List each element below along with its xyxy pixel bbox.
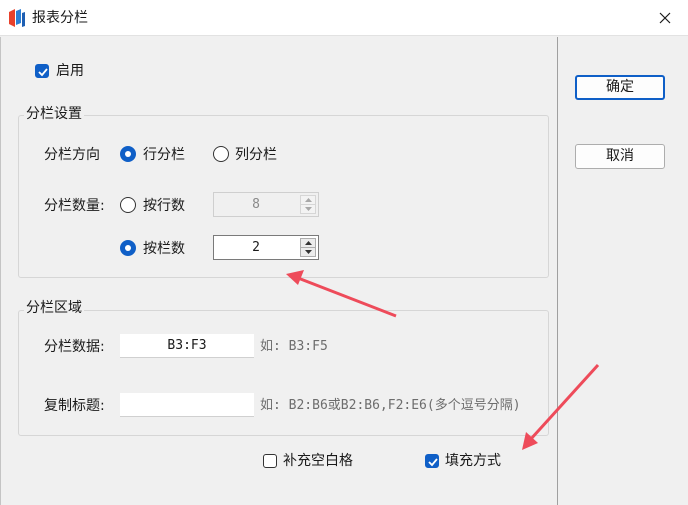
annotation-arrows	[286, 270, 600, 450]
arrow-to-fill-mode	[522, 363, 600, 450]
arrow-to-columns-spinner	[286, 270, 397, 318]
